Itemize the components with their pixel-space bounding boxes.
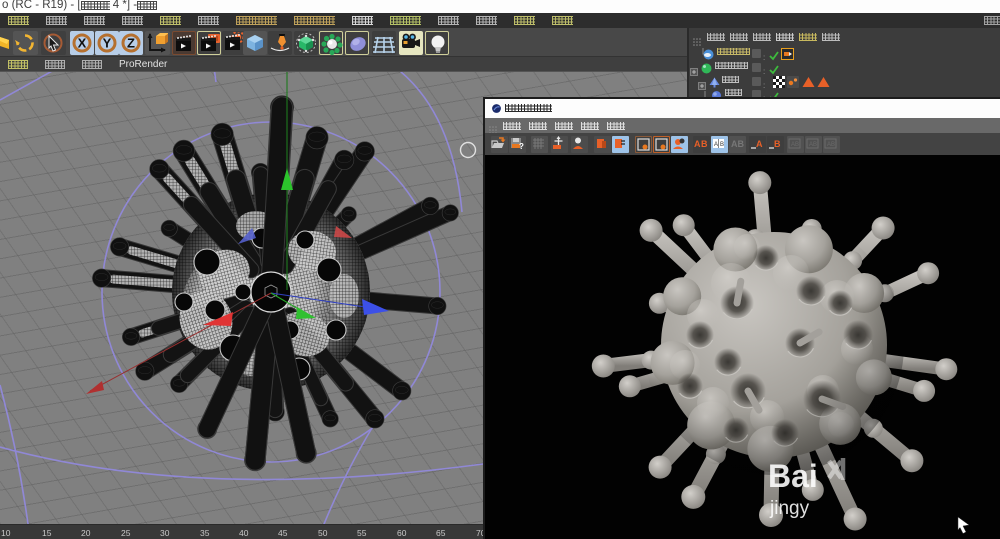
svg-text:AB: AB (791, 142, 799, 148)
svg-text:AB: AB (827, 142, 835, 148)
svg-text:Y: Y (102, 36, 111, 51)
svg-text:X: X (78, 36, 87, 51)
svg-text:B: B (720, 142, 724, 148)
svg-text:B: B (774, 139, 781, 149)
svg-text:B: B (701, 139, 708, 149)
svg-text:A: A (756, 139, 763, 149)
svg-text:A: A (694, 139, 701, 149)
svg-text:A: A (714, 142, 718, 148)
svg-text:AB: AB (731, 139, 744, 149)
svg-text:jingy: jingy (769, 498, 810, 519)
svg-text:Z: Z (127, 36, 135, 51)
svg-text:?: ? (519, 142, 524, 151)
svg-text:AB: AB (809, 142, 817, 148)
svg-text:Bai: Bai (768, 458, 818, 494)
